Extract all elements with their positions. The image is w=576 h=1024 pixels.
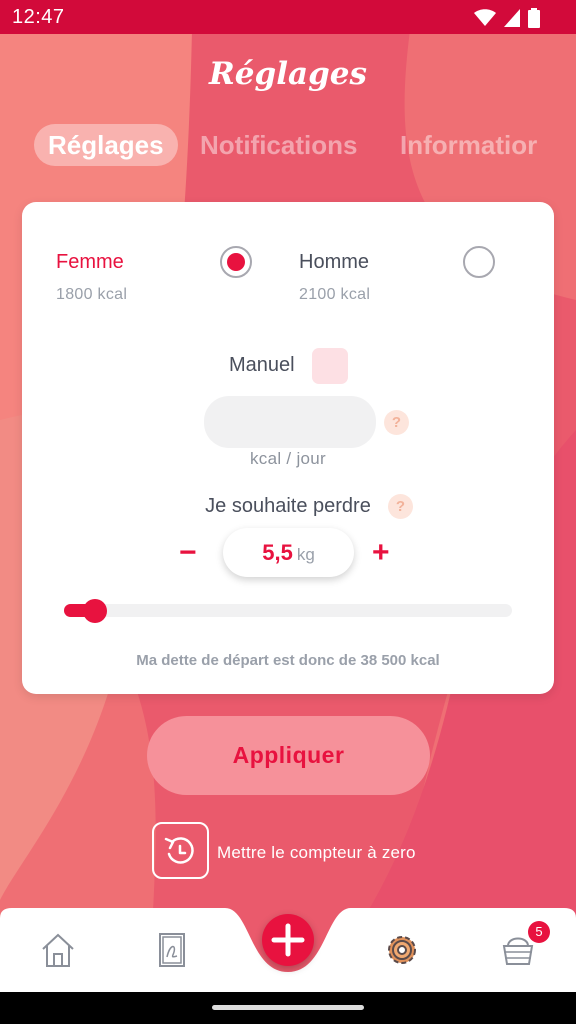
reset-icon — [164, 837, 194, 864]
male-kcal: 2100 kcal — [299, 286, 371, 303]
male-label: Homme — [299, 251, 370, 273]
male-radio[interactable] — [463, 246, 495, 278]
tab-notifications[interactable]: Notifications — [200, 124, 357, 166]
journal-icon[interactable] — [152, 930, 192, 970]
page-title: Réglages — [209, 56, 367, 92]
status-bar: 12:47 — [0, 0, 576, 34]
kcal-per-day-input[interactable] — [204, 396, 376, 448]
reset-counter-button[interactable] — [152, 822, 209, 879]
weight-value: 5,5 — [262, 540, 293, 565]
tab-bar: Réglages Notifications Informatior — [0, 124, 576, 168]
weight-unit: kg — [296, 545, 315, 564]
female-kcal: 1800 kcal — [56, 286, 128, 303]
female-radio[interactable] — [220, 246, 252, 278]
manual-checkbox[interactable] — [312, 348, 348, 384]
decrease-button[interactable]: − — [179, 538, 197, 568]
kcal-help-icon[interactable]: ? — [384, 410, 409, 435]
home-gesture-pill[interactable] — [212, 1005, 364, 1010]
status-time: 12:47 — [12, 6, 65, 28]
battery-icon — [528, 8, 540, 28]
increase-button[interactable]: + — [372, 538, 390, 568]
tab-information[interactable]: Informatior — [400, 124, 537, 166]
weight-amount: 5,5 kg — [223, 528, 354, 577]
reset-counter-label: Mettre le compteur à zero — [217, 843, 416, 862]
system-navigation-bar — [0, 992, 576, 1024]
female-label: Femme — [56, 251, 124, 273]
weight-slider[interactable] — [64, 599, 512, 623]
add-icon — [271, 923, 305, 957]
signal-icon — [504, 9, 520, 27]
add-button[interactable] — [262, 914, 314, 966]
slider-thumb[interactable] — [83, 599, 107, 623]
settings-card: Femme 1800 kcal Homme 2100 kcal Manuel ?… — [22, 202, 554, 694]
tab-settings[interactable]: Réglages — [34, 124, 178, 166]
manual-label: Manuel — [229, 354, 295, 376]
lose-weight-label: Je souhaite perdre — [205, 495, 371, 517]
settings-gear-icon[interactable] — [382, 930, 422, 970]
apply-button[interactable]: Appliquer — [147, 716, 430, 795]
cart-badge: 5 — [528, 921, 550, 943]
kcal-unit-label: kcal / jour — [249, 449, 327, 468]
home-icon[interactable] — [38, 930, 78, 970]
starting-debt-text: Ma dette de départ est donc de 38 500 kc… — [136, 652, 440, 669]
wifi-icon — [474, 9, 496, 26]
lose-help-icon[interactable]: ? — [388, 494, 413, 519]
